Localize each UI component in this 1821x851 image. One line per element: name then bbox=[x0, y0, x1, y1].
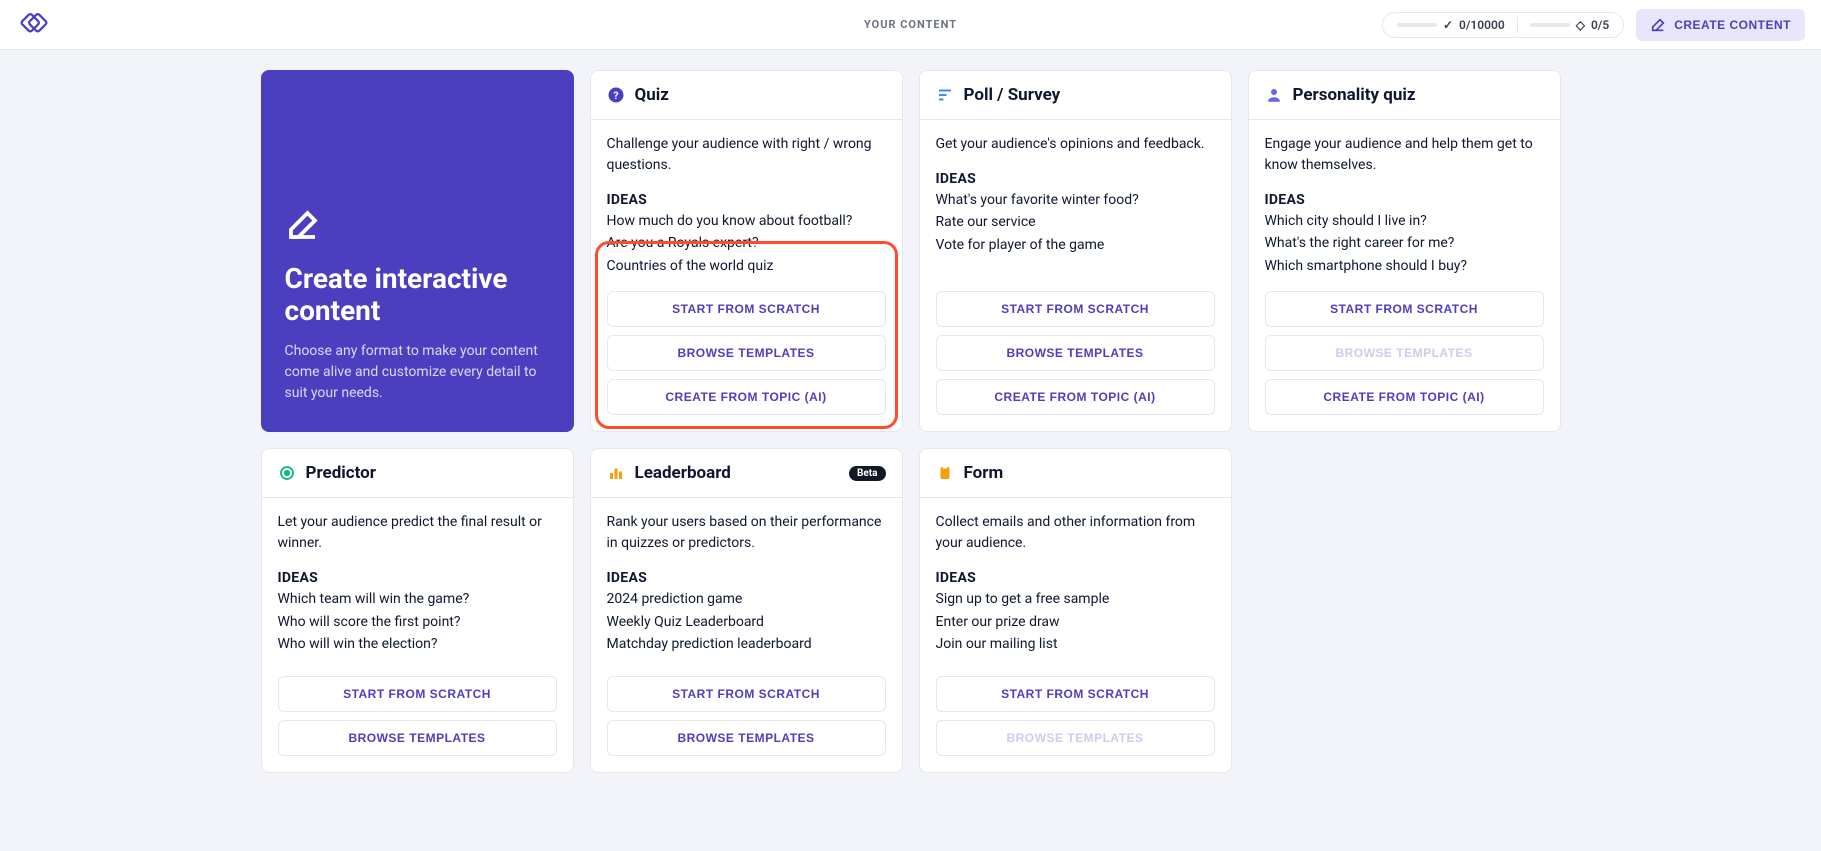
card-form: Form Collect emails and other informatio… bbox=[919, 448, 1232, 773]
card-title: Quiz bbox=[635, 85, 669, 105]
hero-title: Create interactive content bbox=[285, 263, 550, 327]
card-title: Predictor bbox=[306, 463, 376, 483]
idea-item: Which city should I live in? bbox=[1265, 210, 1544, 232]
idea-item: Join our mailing list bbox=[936, 633, 1215, 655]
card-title: Poll / Survey bbox=[964, 85, 1061, 105]
idea-item: Vote for player of the game bbox=[936, 234, 1215, 256]
idea-item: Who will score the first point? bbox=[278, 611, 557, 633]
ideas-label: IDEAS bbox=[607, 570, 886, 586]
ideas-label: IDEAS bbox=[607, 192, 886, 208]
browse-templates-button[interactable]: BROWSE TEMPLATES bbox=[936, 335, 1215, 371]
beta-badge: Beta bbox=[849, 466, 886, 481]
idea-item: Weekly Quiz Leaderboard bbox=[607, 611, 886, 633]
clipboard-icon bbox=[936, 464, 954, 482]
ideas-label: IDEAS bbox=[936, 171, 1215, 187]
start-from-scratch-button[interactable]: START FROM SCRATCH bbox=[936, 676, 1215, 712]
start-from-scratch-button[interactable]: START FROM SCRATCH bbox=[607, 676, 886, 712]
idea-item: Are you a Royals expert? bbox=[607, 232, 886, 254]
idea-item: How much do you know about football? bbox=[607, 210, 886, 232]
card-description: Rank your users based on their performan… bbox=[607, 512, 886, 554]
bars-icon bbox=[607, 464, 625, 482]
idea-item: Enter our prize draw bbox=[936, 611, 1215, 633]
create-from-topic-button[interactable]: CREATE FROM TOPIC (AI) bbox=[1265, 379, 1544, 415]
slots-value: 0/5 bbox=[1591, 18, 1609, 32]
browse-templates-button[interactable]: BROWSE TEMPLATES bbox=[607, 335, 886, 371]
hero-panel: Create interactive content Choose any fo… bbox=[261, 70, 574, 432]
start-from-scratch-button[interactable]: START FROM SCRATCH bbox=[936, 291, 1215, 327]
browse-templates-button: BROWSE TEMPLATES bbox=[1265, 335, 1544, 371]
start-from-scratch-button[interactable]: START FROM SCRATCH bbox=[278, 676, 557, 712]
card-description: Challenge your audience with right / wro… bbox=[607, 134, 886, 176]
card-quiz: ? Quiz Challenge your audience with righ… bbox=[590, 70, 903, 432]
browse-templates-button: BROWSE TEMPLATES bbox=[936, 720, 1215, 756]
check-icon: ✓ bbox=[1443, 18, 1453, 32]
content-grid: Create interactive content Choose any fo… bbox=[241, 50, 1581, 813]
create-content-label: CREATE CONTENT bbox=[1674, 18, 1791, 32]
card-title: Personality quiz bbox=[1293, 85, 1416, 105]
ideas-label: IDEAS bbox=[278, 570, 557, 586]
browse-templates-button[interactable]: BROWSE TEMPLATES bbox=[278, 720, 557, 756]
svg-text:?: ? bbox=[613, 89, 618, 102]
card-description: Let your audience predict the final resu… bbox=[278, 512, 557, 554]
card-description: Engage your audience and help them get t… bbox=[1265, 134, 1544, 176]
idea-item: Which team will win the game? bbox=[278, 588, 557, 610]
target-icon bbox=[278, 464, 296, 482]
card-title: Leaderboard bbox=[635, 463, 731, 483]
idea-item: 2024 prediction game bbox=[607, 588, 886, 610]
idea-item: Countries of the world quiz bbox=[607, 255, 886, 277]
idea-item: What's the right career for me? bbox=[1265, 232, 1544, 254]
question-icon: ? bbox=[607, 86, 625, 104]
card-description: Collect emails and other information fro… bbox=[936, 512, 1215, 554]
idea-item: Matchday prediction leaderboard bbox=[607, 633, 886, 655]
slots-bar bbox=[1530, 23, 1570, 27]
idea-item: Who will win the election? bbox=[278, 633, 557, 655]
person-icon bbox=[1265, 86, 1283, 104]
card-predictor: Predictor Let your audience predict the … bbox=[261, 448, 574, 773]
quota-pill: ✓ 0/10000 ◇ 0/5 bbox=[1382, 12, 1624, 38]
card-title: Form bbox=[964, 463, 1004, 483]
edit-icon bbox=[285, 207, 550, 247]
list-icon bbox=[936, 86, 954, 104]
top-bar: YOUR CONTENT ✓ 0/10000 ◇ 0/5 CREATE CONT… bbox=[0, 0, 1821, 50]
card-leaderboard: Leaderboard Beta Rank your users based o… bbox=[590, 448, 903, 773]
card-description: Get your audience's opinions and feedbac… bbox=[936, 134, 1215, 155]
credits-value: 0/10000 bbox=[1459, 18, 1505, 32]
create-from-topic-button[interactable]: CREATE FROM TOPIC (AI) bbox=[936, 379, 1215, 415]
hero-subtitle: Choose any format to make your content c… bbox=[285, 341, 550, 404]
create-content-button[interactable]: CREATE CONTENT bbox=[1636, 9, 1805, 41]
start-from-scratch-button[interactable]: START FROM SCRATCH bbox=[607, 291, 886, 327]
diamond-icon: ◇ bbox=[1576, 18, 1585, 32]
card-poll: Poll / Survey Get your audience's opinio… bbox=[919, 70, 1232, 432]
ideas-label: IDEAS bbox=[936, 570, 1215, 586]
credits-bar bbox=[1397, 23, 1437, 27]
app-logo[interactable] bbox=[16, 7, 52, 43]
browse-templates-button[interactable]: BROWSE TEMPLATES bbox=[607, 720, 886, 756]
ideas-label: IDEAS bbox=[1265, 192, 1544, 208]
card-personality: Personality quiz Engage your audience an… bbox=[1248, 70, 1561, 432]
idea-item: Which smartphone should I buy? bbox=[1265, 255, 1544, 277]
idea-item: Rate our service bbox=[936, 211, 1215, 233]
idea-item: What's your favorite winter food? bbox=[936, 189, 1215, 211]
start-from-scratch-button[interactable]: START FROM SCRATCH bbox=[1265, 291, 1544, 327]
idea-item: Sign up to get a free sample bbox=[936, 588, 1215, 610]
create-from-topic-button[interactable]: CREATE FROM TOPIC (AI) bbox=[607, 379, 886, 415]
